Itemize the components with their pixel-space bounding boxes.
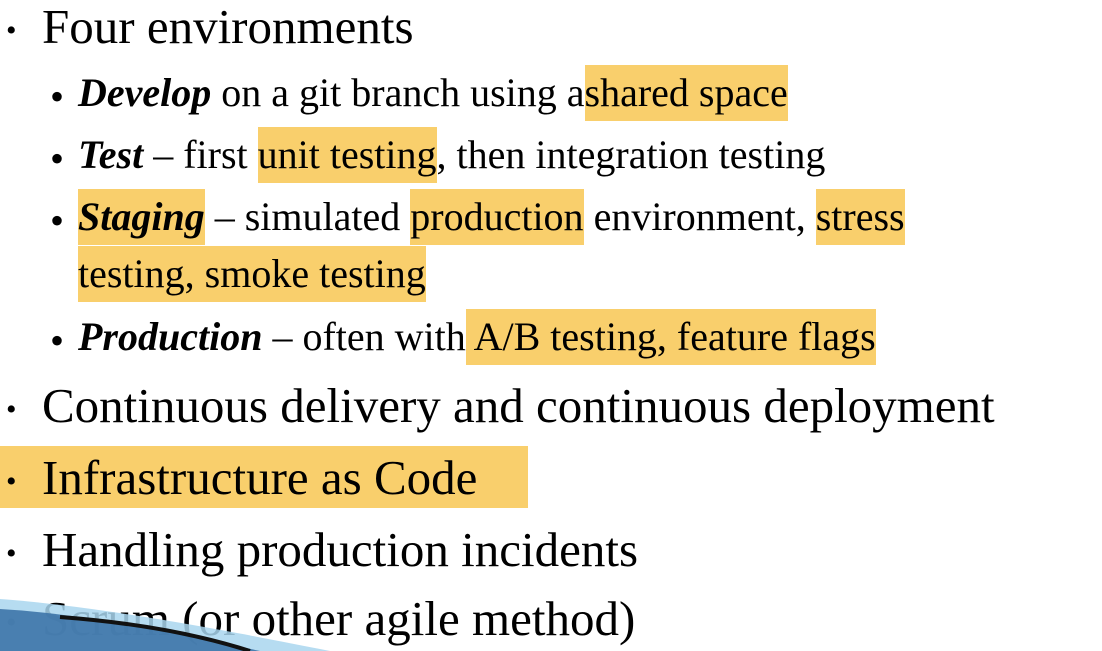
sub-item-staging-cont: testing, smoke testing: [78, 246, 426, 302]
sub-bullet: •: [50, 74, 65, 119]
term-production: Production: [78, 314, 263, 359]
bullet: •: [6, 393, 17, 426]
sub-item-staging: Staging – simulated production environme…: [78, 189, 905, 245]
sub-item-production: Production – often with A/B testing, fea…: [78, 309, 876, 365]
sub-item-develop: Develop on a git branch using ashared sp…: [78, 65, 788, 121]
bullet-handling-incidents: Handling production incidents: [42, 522, 639, 577]
term-staging-highlighted: Staging: [78, 189, 205, 245]
highlight-ab-testing-feature-flags: A/B testing, feature flags: [465, 309, 876, 365]
highlight-production: production: [410, 189, 584, 245]
highlight-testing-smoke-testing: testing, smoke testing: [78, 246, 426, 302]
sub-bullet: •: [50, 318, 65, 363]
staging-text-a: – simulated: [204, 194, 411, 239]
sub-item-test: Test – first unit testing, then integrat…: [78, 127, 826, 183]
bullet-infrastructure-as-code: Infrastructure as Code: [42, 450, 478, 505]
bullet-four-environments: Four environments: [42, 0, 414, 54]
term-test: Test: [78, 132, 144, 177]
test-text-b: , then integration testing: [436, 132, 826, 177]
staging-text-b: environment,: [583, 194, 816, 239]
highlight-shared-space: shared space: [584, 65, 788, 121]
test-text-a: – first: [143, 132, 258, 177]
bullet: •: [6, 14, 17, 47]
bullet-continuous-delivery: Continuous delivery and continuous deplo…: [42, 378, 995, 433]
corner-swoosh-decoration: [0, 599, 330, 651]
develop-text: on a git branch using a: [211, 70, 585, 115]
production-text: – often with: [262, 314, 466, 359]
sub-bullet: •: [50, 198, 65, 243]
bullet: •: [6, 465, 17, 498]
slide: • Four environments • Develop on a git b…: [0, 0, 1102, 651]
highlight-stress: stress: [815, 189, 905, 245]
bullet: •: [6, 537, 17, 570]
highlight-unit-testing: unit testing: [257, 127, 437, 183]
sub-bullet: •: [50, 136, 65, 181]
term-develop: Develop: [78, 70, 212, 115]
